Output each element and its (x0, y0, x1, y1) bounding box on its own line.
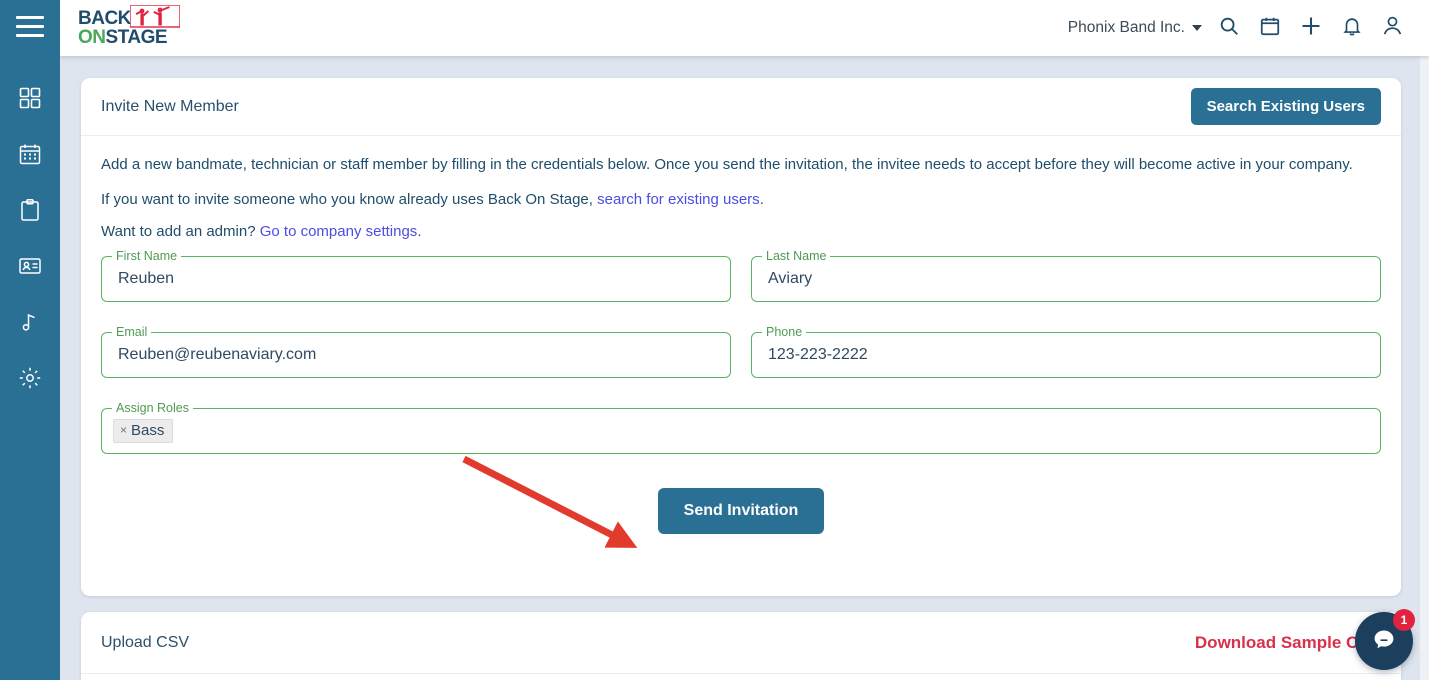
page-scrollbar[interactable] (1420, 56, 1429, 680)
grid-icon (18, 86, 42, 110)
search-existing-users-link[interactable]: search for existing users (597, 191, 760, 208)
first-name-field[interactable]: First Name (101, 247, 731, 302)
sidebar-item-dashboard[interactable] (0, 78, 60, 118)
admin-paragraph: Want to add an admin? Go to company sett… (101, 221, 1381, 242)
chevron-down-icon (1192, 25, 1202, 31)
sidebar-item-settings[interactable] (0, 358, 60, 398)
clipboard-icon (18, 198, 42, 222)
header-calendar-button[interactable] (1249, 8, 1290, 48)
admin-prefix: Want to add an admin? (101, 222, 260, 240)
send-invitation-button[interactable]: Send Invitation (657, 487, 825, 534)
gear-icon (18, 366, 42, 390)
contact-row: Email Phone (101, 323, 1381, 378)
sidebar (0, 0, 60, 680)
email-input[interactable] (116, 331, 719, 378)
sidebar-item-calendar[interactable] (0, 134, 60, 174)
calendar-icon (18, 142, 42, 166)
music-note-icon (18, 310, 42, 334)
header-search-button[interactable] (1208, 8, 1249, 48)
header-actions: Phonix Band Inc. (1068, 8, 1429, 48)
logo-text-back: BACK (78, 8, 131, 29)
page-content: Invite New Member Search Existing Users … (60, 56, 1429, 680)
roles-row: Assign Roles × Bass (101, 399, 1381, 454)
plus-icon (1299, 14, 1323, 43)
hamburger-icon (16, 13, 44, 40)
header-add-button[interactable] (1290, 8, 1331, 48)
company-switcher[interactable]: Phonix Band Inc. (1068, 19, 1202, 37)
upload-csv-card: Upload CSV Download Sample CSV (81, 612, 1401, 680)
app-root: BACK ONSTAGE Phonix Band Inc. Invite New… (0, 0, 1429, 680)
chat-unread-badge: 1 (1393, 609, 1415, 631)
search-existing-users-button[interactable]: Search Existing Users (1190, 88, 1381, 125)
sidebar-item-music[interactable] (0, 302, 60, 342)
sidebar-item-tasks[interactable] (0, 190, 60, 230)
existing-users-paragraph: If you want to invite someone who you kn… (101, 189, 1381, 210)
chip-remove-icon[interactable]: × (120, 423, 127, 437)
top-header-bar: BACK ONSTAGE Phonix Band Inc. (60, 0, 1429, 56)
company-settings-link[interactable]: Go to company settings (260, 223, 418, 240)
chat-bubble-icon (1369, 624, 1399, 659)
assign-roles-chip-list: × Bass (113, 408, 1369, 454)
name-row: First Name Last Name (101, 247, 1381, 302)
invite-card-header: Invite New Member Search Existing Users (81, 78, 1401, 136)
header-notifications-button[interactable] (1331, 8, 1372, 48)
phone-input[interactable] (766, 331, 1369, 378)
existing-users-prefix: If you want to invite someone who you kn… (101, 191, 598, 209)
upload-csv-title: Upload CSV (101, 633, 190, 651)
email-field[interactable]: Email (101, 323, 731, 378)
role-chip[interactable]: × Bass (113, 418, 174, 443)
contact-card-icon (18, 254, 42, 278)
page-title: Invite New Member (101, 97, 239, 115)
intro-paragraph: Add a new bandmate, technician or staff … (101, 156, 1353, 173)
first-name-input[interactable] (116, 255, 719, 302)
existing-users-suffix: . (759, 191, 764, 209)
admin-suffix: . (417, 222, 422, 240)
assign-roles-field[interactable]: Assign Roles × Bass (101, 399, 1381, 454)
invite-actions: Send Invitation (101, 487, 1381, 534)
chat-widget-button[interactable]: 1 (1355, 609, 1415, 670)
company-name-label: Phonix Band Inc. (1067, 19, 1185, 36)
download-sample-csv-link[interactable]: Download Sample CSV (1195, 633, 1381, 653)
search-icon (1218, 15, 1240, 42)
header-profile-button[interactable] (1372, 8, 1413, 48)
app-logo[interactable]: BACK ONSTAGE (78, 4, 181, 49)
invite-card-body: Add a new bandmate, technician or staff … (81, 136, 1401, 534)
last-name-input[interactable] (766, 255, 1369, 302)
phone-field[interactable]: Phone (751, 323, 1381, 378)
user-icon (1381, 14, 1404, 42)
musicians-logo-icon (129, 4, 181, 34)
sidebar-item-contacts[interactable] (0, 246, 60, 286)
sidebar-item-menu-toggle[interactable] (0, 6, 60, 46)
bell-icon (1341, 15, 1363, 42)
last-name-field[interactable]: Last Name (751, 247, 1381, 302)
invite-new-member-card: Invite New Member Search Existing Users … (81, 78, 1401, 596)
csv-card-header: Upload CSV Download Sample CSV (81, 612, 1401, 674)
calendar-icon (1259, 15, 1281, 42)
logo-text-on: ON (78, 27, 106, 48)
role-chip-label: Bass (131, 421, 165, 439)
